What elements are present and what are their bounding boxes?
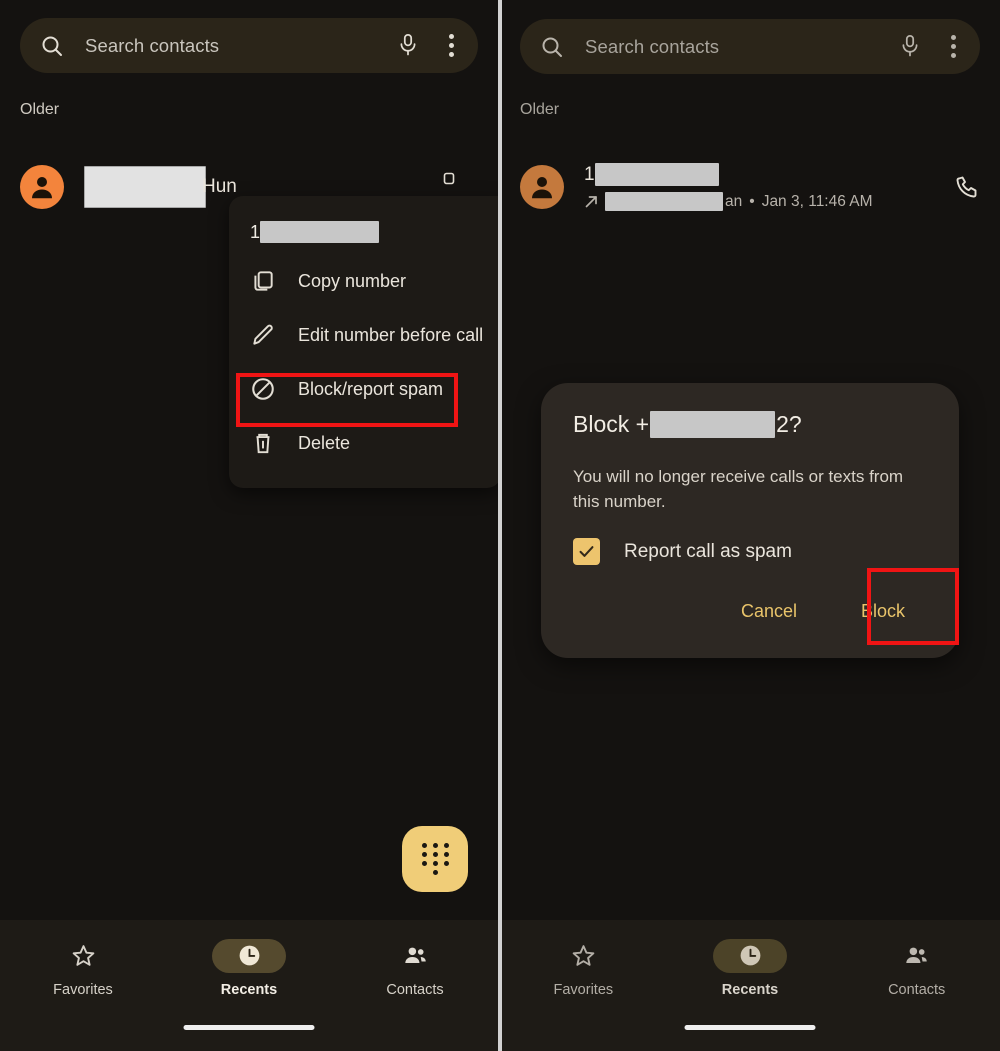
block-confirmation-dialog: Block + 2? You will no longer receive ca… <box>541 383 959 658</box>
left-phone-screen: Search contacts Older Hun 1 Copy number … <box>0 0 498 1051</box>
call-row-text: 1 an • Jan 3, 11:46 AM <box>584 163 944 212</box>
nav-label: Contacts <box>386 981 444 998</box>
nav-item-favorites[interactable]: Favorites <box>500 939 667 998</box>
menu-item-delete[interactable]: Delete <box>229 416 498 470</box>
menu-item-label: Edit number before call <box>298 324 484 345</box>
menu-item-copy-number[interactable]: Copy number <box>229 254 498 308</box>
more-vert-icon[interactable] <box>449 34 454 57</box>
checkbox-label: Report call as spam <box>624 540 792 562</box>
dialog-actions: Cancel Block <box>573 591 929 632</box>
nav-item-favorites[interactable]: Favorites <box>0 939 166 998</box>
dialpad-fab[interactable] <box>402 826 468 892</box>
star-icon <box>546 939 620 973</box>
home-indicator <box>684 1025 816 1030</box>
dialog-title: Block + 2? <box>573 411 929 438</box>
call-back-icon[interactable] <box>443 172 455 185</box>
dialog-title-suffix: 2? <box>776 411 802 437</box>
people-icon <box>378 939 452 973</box>
call-row-subtitle: an • Jan 3, 11:46 AM <box>584 192 944 212</box>
nav-label: Favorites <box>553 981 614 998</box>
report-spam-checkbox-row[interactable]: Report call as spam <box>573 538 929 565</box>
clock-icon <box>713 938 787 973</box>
block-icon <box>250 376 276 402</box>
more-vert-icon[interactable] <box>951 35 956 58</box>
menu-item-block-report-spam[interactable]: Block/report spam <box>229 362 498 416</box>
search-icon <box>540 35 564 59</box>
subtitle-separator: • <box>749 192 755 210</box>
menu-item-label: Delete <box>298 432 351 453</box>
search-bar[interactable]: Search contacts <box>20 18 478 73</box>
call-back-icon[interactable] <box>954 174 980 200</box>
pencil-icon <box>250 322 276 348</box>
nav-item-contacts[interactable]: Contacts <box>833 939 1000 998</box>
panel-divider <box>498 0 502 1051</box>
search-icon <box>40 34 64 58</box>
search-input[interactable]: Search contacts <box>85 35 397 57</box>
home-indicator <box>183 1025 315 1030</box>
redaction-block <box>650 411 776 438</box>
outgoing-call-arrow-icon <box>584 194 599 209</box>
nav-item-recents[interactable]: Recents <box>667 938 834 998</box>
trash-icon <box>250 430 276 456</box>
section-header-older: Older <box>20 101 60 118</box>
section-header-older: Older <box>520 101 560 118</box>
menu-header-prefix: 1 <box>250 221 261 242</box>
microphone-icon[interactable] <box>397 33 419 59</box>
call-row-timestamp: Jan 3, 11:46 AM <box>761 192 873 210</box>
cancel-button[interactable]: Cancel <box>721 591 817 632</box>
redaction-block <box>260 221 380 243</box>
right-phone-screen: Search contacts Older 1 an • Jan 3, 11:4… <box>500 0 1000 1051</box>
nav-label: Contacts <box>888 981 946 998</box>
dialog-title-prefix: Block + <box>573 411 650 437</box>
avatar <box>20 165 64 209</box>
nav-label: Recents <box>721 981 779 998</box>
nav-item-recents[interactable]: Recents <box>166 938 332 998</box>
bottom-navigation: Favorites Recents Contacts <box>0 920 498 1051</box>
redaction-block <box>605 192 723 211</box>
microphone-icon[interactable] <box>899 34 921 60</box>
people-icon <box>880 939 954 973</box>
menu-header-number: 1 <box>229 210 498 254</box>
bottom-navigation: Favorites Recents Contacts <box>500 920 1000 1051</box>
dialog-body-text: You will no longer receive calls or text… <box>573 467 904 511</box>
call-row-title-prefix: 1 <box>584 163 595 185</box>
search-bar[interactable]: Search contacts <box>520 19 980 74</box>
redaction-block <box>84 166 206 208</box>
checkbox-checked-icon[interactable] <box>573 538 600 565</box>
block-button[interactable]: Block <box>841 591 925 632</box>
nav-label: Favorites <box>53 981 113 998</box>
redaction-block <box>594 163 719 186</box>
clock-icon <box>212 938 286 973</box>
call-context-menu: 1 Copy number Edit number before call Bl… <box>229 196 498 488</box>
dual-screenshot-comparison: Search contacts Older Hun 1 Copy number … <box>0 0 1000 1051</box>
copy-icon <box>250 268 276 294</box>
dialpad-icon <box>421 843 450 875</box>
menu-item-edit-number-before-call[interactable]: Edit number before call <box>229 308 498 362</box>
menu-item-label: Block/report spam <box>298 378 444 399</box>
nav-label: Recents <box>220 981 278 998</box>
call-row-title: 1 <box>584 163 944 187</box>
star-icon <box>46 939 120 973</box>
menu-item-label: Copy number <box>298 270 407 291</box>
search-input[interactable]: Search contacts <box>585 36 899 58</box>
nav-item-contacts[interactable]: Contacts <box>332 939 498 998</box>
call-row-subtitle-suffix: an <box>725 192 743 210</box>
call-row-name-suffix: Hun <box>202 176 237 197</box>
call-log-row[interactable]: 1 an • Jan 3, 11:46 AM <box>500 155 1000 219</box>
avatar <box>520 165 564 209</box>
